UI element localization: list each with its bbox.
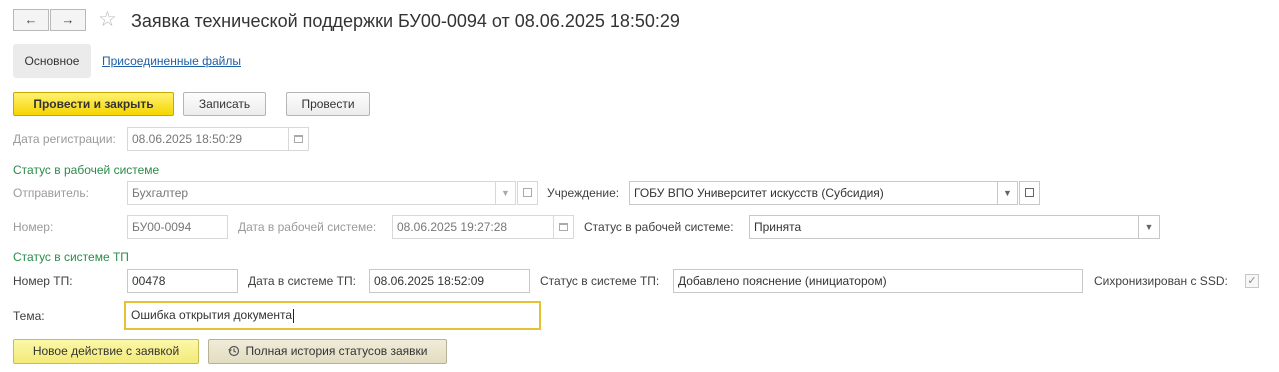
work-date-label: Дата в рабочей системе:: [238, 220, 377, 234]
arrow-right-icon: →: [61, 12, 75, 27]
tp-number-field[interactable]: 00478: [127, 269, 238, 293]
work-status-label: Статус в рабочей системе:: [584, 220, 734, 234]
sender-open-icon: [517, 181, 538, 205]
sender-field: Бухгалтер: [127, 181, 496, 205]
sync-ssd-label: Сихронизирован с SSD:: [1094, 274, 1228, 288]
calendar-icon: [288, 127, 309, 151]
registration-date-field: 08.06.2025 18:50:29: [127, 127, 289, 151]
topic-label: Тема:: [13, 309, 45, 323]
history-icon: [227, 345, 239, 357]
tp-status-label: Статус в системе ТП:: [540, 274, 660, 288]
tp-status-field[interactable]: Добавлено пояснение (инициатором): [673, 269, 1083, 293]
save-button[interactable]: Записать: [183, 92, 266, 116]
work-system-section-title: Статус в рабочей системе: [13, 163, 160, 177]
tp-date-label: Дата в системе ТП:: [248, 274, 356, 288]
arrow-left-icon: ←: [24, 12, 38, 27]
tp-date-field[interactable]: 08.06.2025 18:52:09: [369, 269, 530, 293]
work-status-dropdown-icon[interactable]: ▼: [1138, 215, 1160, 239]
work-status-field[interactable]: Принята: [749, 215, 1139, 239]
work-date-field: 08.06.2025 19:27:28: [392, 215, 554, 239]
status-history-button[interactable]: Полная история статусов заявки: [208, 339, 447, 364]
tab-main[interactable]: Основное: [13, 44, 91, 78]
tp-number-label: Номер ТП:: [13, 274, 73, 288]
forward-button[interactable]: →: [50, 9, 86, 31]
new-action-button[interactable]: Новое действие с заявкой: [13, 339, 199, 364]
calendar-icon: [553, 215, 574, 239]
sender-label: Отправитель:: [13, 186, 89, 200]
institution-label: Учреждение:: [547, 186, 620, 200]
sync-ssd-checkbox[interactable]: ✓: [1245, 274, 1259, 288]
topic-input[interactable]: Ошибка открытия документа: [124, 301, 541, 330]
page-title: Заявка технической поддержки БУ00-0094 о…: [131, 11, 680, 31]
tp-system-section-title: Статус в системе ТП: [13, 250, 129, 264]
number-field: БУ00-0094: [127, 215, 228, 239]
status-history-label: Полная история статусов заявки: [245, 344, 428, 358]
post-and-close-button[interactable]: Провести и закрыть: [13, 92, 174, 116]
favorite-star-icon[interactable]: ☆: [98, 8, 117, 32]
institution-field[interactable]: ГОБУ ВПО Университет искусств (Субсидия): [629, 181, 998, 205]
post-button[interactable]: Провести: [286, 92, 370, 116]
topic-value: Ошибка открытия документа: [131, 308, 293, 322]
registration-date-label: Дата регистрации:: [13, 132, 116, 146]
tab-attached-files[interactable]: Присоединенные файлы: [102, 54, 241, 68]
back-button[interactable]: ←: [13, 9, 49, 31]
institution-dropdown-icon[interactable]: ▼: [997, 181, 1018, 205]
number-label: Номер:: [13, 220, 54, 234]
sender-dropdown-icon: ▼: [495, 181, 516, 205]
institution-open-icon[interactable]: [1019, 181, 1040, 205]
